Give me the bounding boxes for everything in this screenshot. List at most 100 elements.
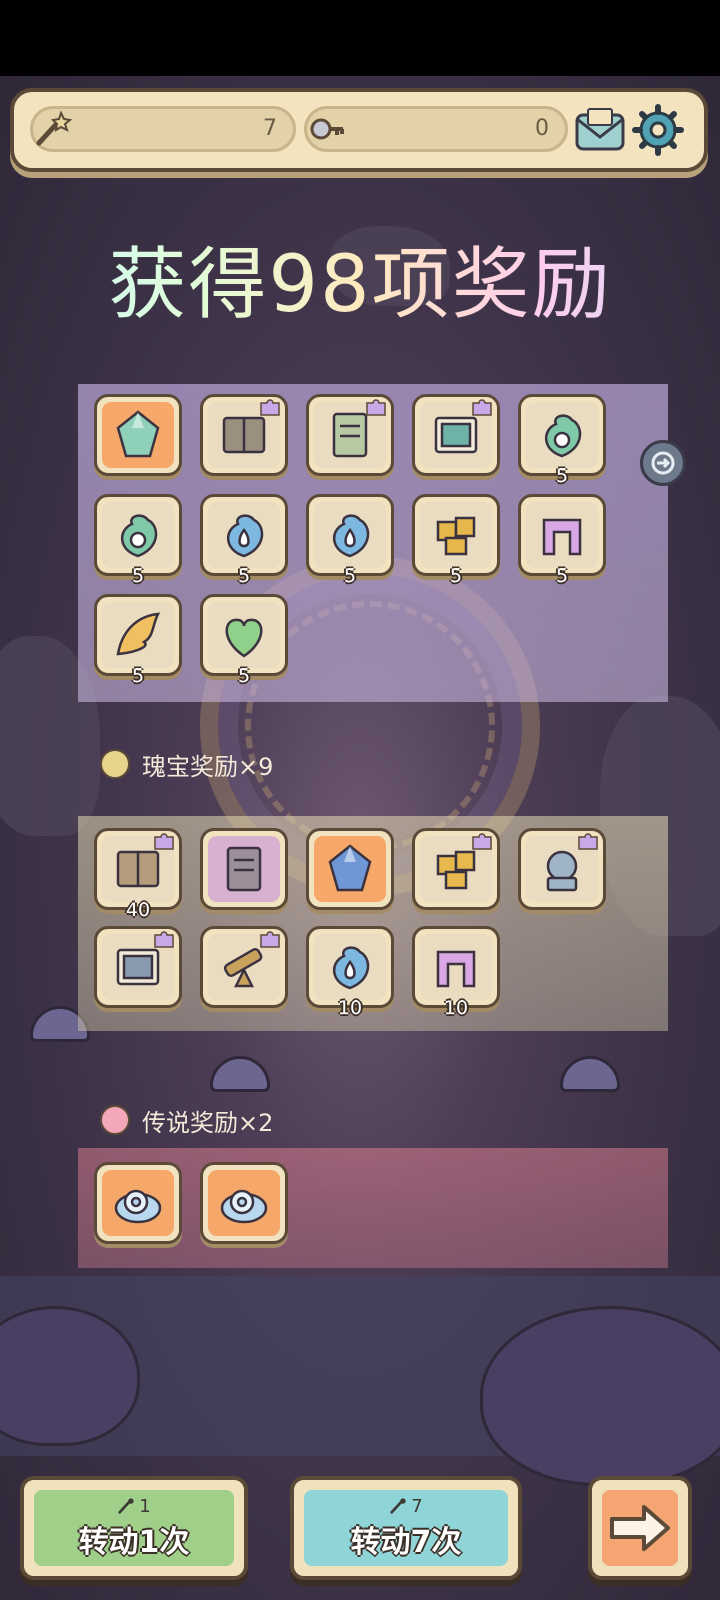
reward-item-art: [208, 836, 280, 902]
legend-section-label: 传说奖励×2: [142, 1108, 274, 1137]
reward-item[interactable]: [412, 828, 500, 910]
reward-item[interactable]: 5: [200, 594, 288, 687]
reward-item-quantity: 5: [131, 565, 145, 587]
reward-item[interactable]: [306, 828, 394, 910]
crystal-cluster-icon: [116, 410, 160, 458]
background-mushroom: [560, 1056, 620, 1092]
settings-button[interactable]: [630, 102, 686, 158]
reward-item[interactable]: [200, 926, 288, 1008]
spin-once-label: 转动1次: [78, 1524, 190, 1560]
reward-item-quantity: 10: [443, 997, 469, 1019]
reward-item[interactable]: 5: [306, 494, 394, 587]
reward-item[interactable]: [200, 828, 288, 910]
spin-seven-cost-value: 7: [411, 1495, 423, 1517]
wand-counter: 7: [30, 106, 296, 152]
green-wisp-icon: [545, 414, 582, 458]
reward-item[interactable]: 10: [306, 926, 394, 1019]
reward-item[interactable]: [94, 1162, 182, 1244]
blue-droplet-wisp-icon: [333, 946, 370, 990]
reward-item[interactable]: 5: [518, 494, 606, 587]
gear-icon: [632, 104, 684, 156]
reward-item[interactable]: [94, 394, 182, 476]
spin-seven-cost: 7: [389, 1495, 423, 1517]
green-wisp-icon: [121, 514, 158, 558]
puzzle-piece-icon: [259, 399, 281, 417]
reward-item-art: [526, 502, 598, 568]
treasure-section-label: 瑰宝奖励×9: [142, 752, 274, 781]
blue-droplet-wisp-icon: [227, 514, 264, 558]
mail-button[interactable]: [572, 102, 628, 158]
reward-item[interactable]: 5: [518, 394, 606, 487]
rewards-title: 获得98项奖励: [0, 222, 720, 334]
puzzle-piece-icon: [153, 833, 175, 851]
background-mushroom: [210, 1056, 270, 1092]
spin-seven-button[interactable]: 7 转动7次: [290, 1476, 522, 1580]
treasure-section-header: 瑰宝奖励×9: [100, 744, 273, 784]
magic-wand-icon: [390, 1498, 406, 1514]
reward-item[interactable]: 5: [94, 594, 182, 687]
reward-item[interactable]: 5: [200, 494, 288, 587]
golden-wing-icon: [116, 612, 161, 656]
wand-count: 7: [263, 116, 277, 141]
reward-item-art: [208, 502, 280, 568]
mail-icon: [575, 108, 625, 151]
pink-gate-icon: [542, 518, 582, 556]
spin-once-button[interactable]: 1 转动1次: [20, 1476, 248, 1580]
blue-droplet-wisp-icon: [333, 514, 370, 558]
crystal-snail-icon: [114, 1189, 162, 1224]
magic-wand-icon: [29, 105, 77, 153]
arrow-right-icon: [651, 451, 675, 475]
puzzle-piece-icon: [259, 931, 281, 949]
reward-item-quantity: 5: [449, 565, 463, 587]
crystal-snail-icon: [220, 1189, 268, 1224]
blue-gem-icon: [328, 844, 372, 892]
golden-cubes-icon: [436, 516, 476, 556]
reward-item-art: [314, 502, 386, 568]
reward-item[interactable]: [200, 394, 288, 476]
reward-item-art: [102, 1170, 174, 1236]
reward-item-art: [314, 836, 386, 902]
puzzle-piece-icon: [365, 399, 387, 417]
scroll-right-button[interactable]: [640, 440, 686, 486]
spin-once-cost-value: 1: [139, 1495, 151, 1517]
puzzle-piece-icon: [577, 833, 599, 851]
treasure-coin-icon: [100, 749, 130, 779]
reward-item-art: [208, 602, 280, 668]
reward-item-art: [208, 1170, 280, 1236]
reward-item[interactable]: 5: [94, 494, 182, 587]
reward-item[interactable]: [306, 394, 394, 476]
pink-gate-icon: [436, 950, 476, 988]
reward-item[interactable]: 5: [412, 494, 500, 587]
reward-item-quantity: 10: [337, 997, 363, 1019]
reward-item-quantity: 40: [125, 899, 151, 921]
reward-item[interactable]: [518, 828, 606, 910]
reward-item[interactable]: [200, 1162, 288, 1244]
puzzle-piece-icon: [153, 931, 175, 949]
reward-item-art: [102, 502, 174, 568]
key-icon: [303, 105, 351, 153]
reward-item-quantity: 5: [237, 665, 251, 687]
old-letter-icon: [226, 846, 262, 892]
reward-item-art: [526, 402, 598, 468]
reward-item-quantity: 5: [555, 565, 569, 587]
next-button[interactable]: [588, 1476, 692, 1580]
reward-item[interactable]: 40: [94, 828, 182, 921]
magic-wand-icon: [118, 1498, 134, 1514]
puzzle-piece-icon: [471, 399, 493, 417]
reward-item-quantity: 5: [555, 465, 569, 487]
legend-coin-icon: [100, 1105, 130, 1135]
spin-seven-label: 转动7次: [350, 1524, 462, 1560]
key-count: 0: [535, 116, 549, 141]
reward-item-art: [420, 502, 492, 568]
reward-item-art: [420, 934, 492, 1000]
reward-item-art: [102, 402, 174, 468]
spin-once-cost: 1: [117, 1495, 151, 1517]
reward-item-quantity: 5: [131, 665, 145, 687]
reward-item[interactable]: [412, 394, 500, 476]
reward-item-art: [314, 934, 386, 1000]
arrow-right-icon: [610, 1505, 670, 1551]
reward-item[interactable]: 10: [412, 926, 500, 1019]
reward-item[interactable]: [94, 926, 182, 1008]
legend-section-header: 传说奖励×2: [100, 1100, 273, 1140]
green-heart-icon: [225, 618, 263, 658]
